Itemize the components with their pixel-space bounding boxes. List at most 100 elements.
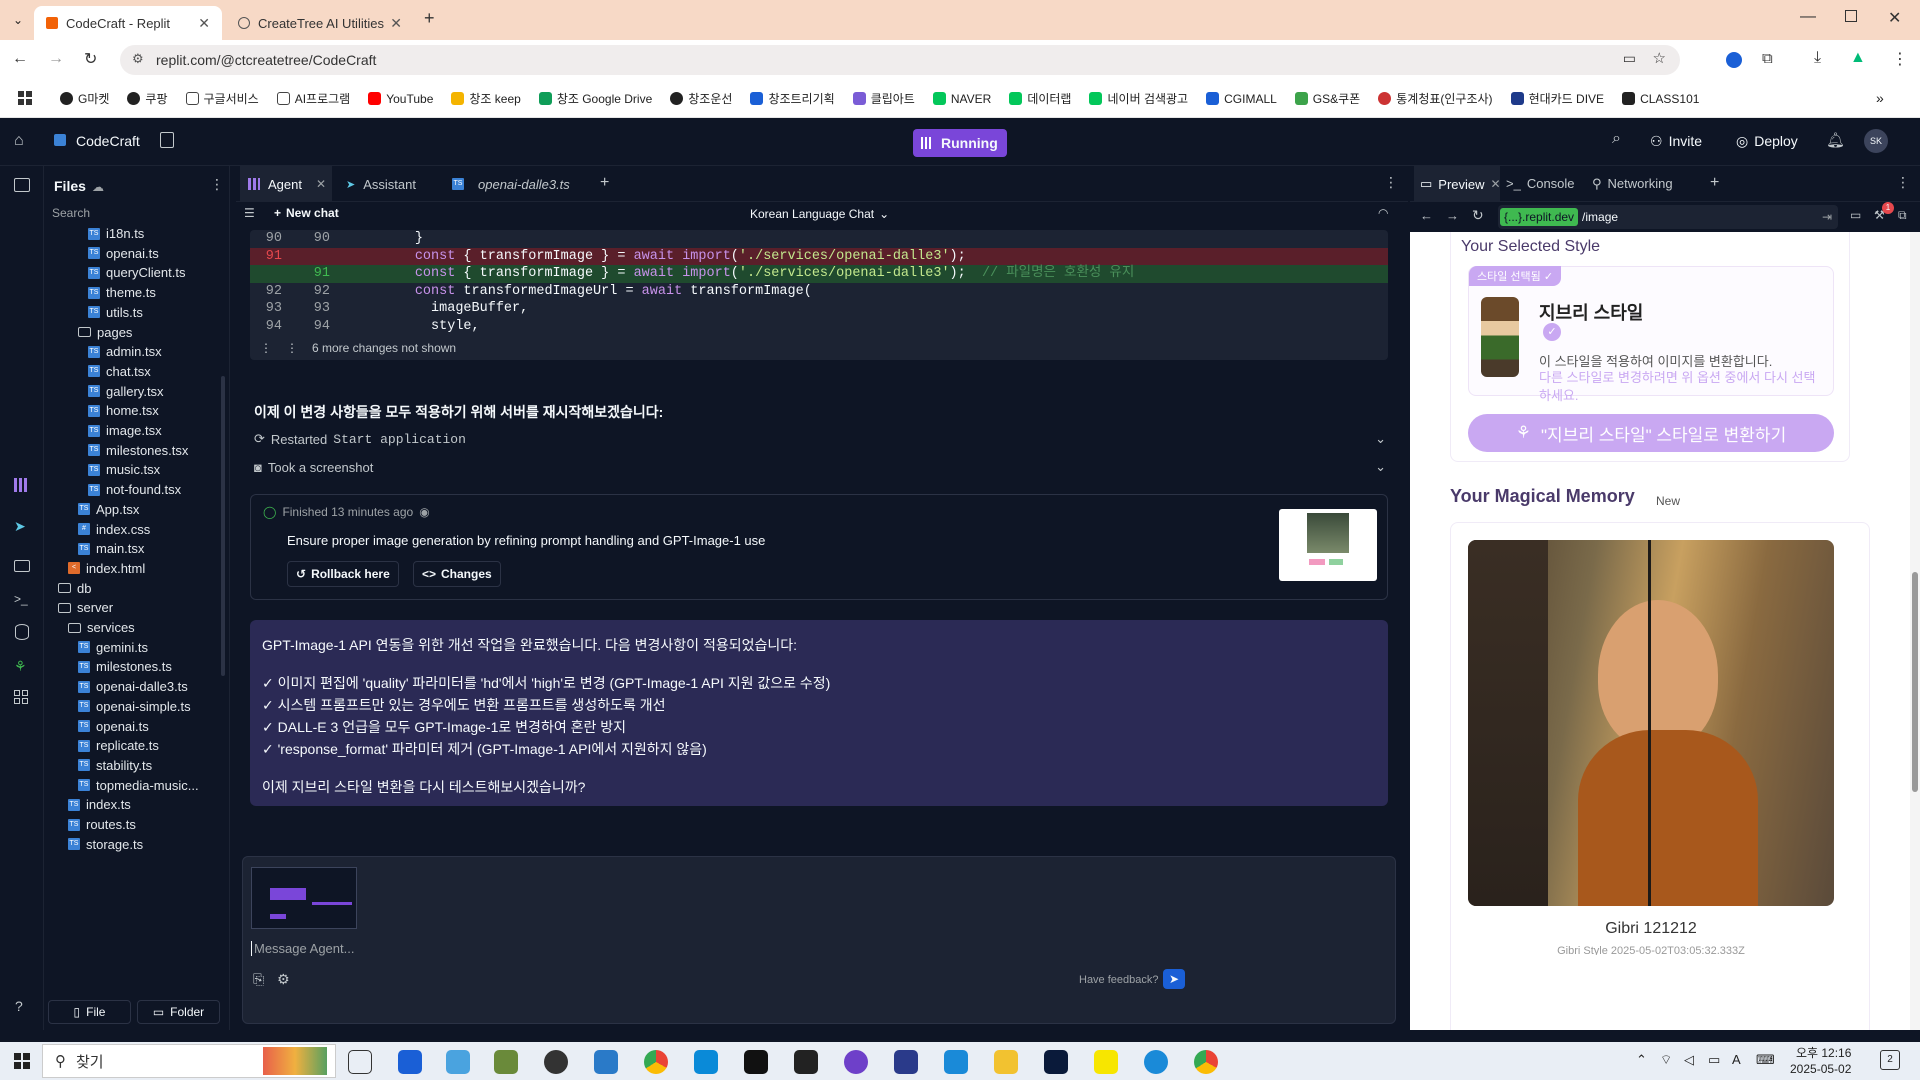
settings-gear-icon[interactable]: ⚙ bbox=[277, 971, 290, 988]
keyboard-icon[interactable]: ⌨ bbox=[1756, 1052, 1775, 1068]
attach-file-icon[interactable]: ⎘ bbox=[253, 971, 264, 988]
bookmark-star-icon[interactable]: ☆ bbox=[1653, 49, 1666, 67]
tab-assistant[interactable]: ➤ Assistant bbox=[338, 166, 438, 202]
database-tool-icon[interactable] bbox=[15, 624, 29, 640]
changes-button[interactable]: <> Changes bbox=[413, 561, 501, 587]
file-item[interactable]: TS App.tsx bbox=[78, 502, 139, 517]
go-icon[interactable]: ⇥ bbox=[1822, 210, 1832, 224]
style-option-card[interactable]: 스타일 선택됨 ✓ 지브리 스타일 ✓ 이 스타일을 적용하여 이미지를 변환합… bbox=[1468, 266, 1834, 403]
app-icon[interactable] bbox=[944, 1050, 968, 1074]
new-folder-button[interactable]: ▭ Folder bbox=[137, 1000, 220, 1024]
file-item[interactable]: # index.css bbox=[78, 522, 150, 537]
search-icon[interactable]: ⌕ bbox=[1612, 130, 1621, 148]
calculator-app-icon[interactable] bbox=[398, 1050, 422, 1074]
taskbar-search-input[interactable]: ⚲ 찾기 bbox=[42, 1044, 336, 1078]
file-item[interactable]: TS i18n.ts bbox=[88, 226, 144, 241]
file-item[interactable]: TS image.tsx bbox=[88, 423, 162, 438]
apps-grid-icon[interactable] bbox=[18, 91, 32, 105]
speed-settings-icon[interactable]: ◠ bbox=[1378, 206, 1388, 220]
bookmark-folder[interactable]: AI프로그램 bbox=[276, 90, 350, 107]
notifications-icon[interactable]: 2 bbox=[1880, 1050, 1900, 1070]
file-item[interactable]: TS milestones.ts bbox=[78, 659, 172, 674]
preview-reload-icon[interactable]: ↻ bbox=[1472, 207, 1484, 224]
invite-button[interactable]: ⚇ Invite bbox=[1650, 133, 1702, 150]
system-clock[interactable]: 오후 12:16 2025-05-02 bbox=[1790, 1045, 1851, 1077]
ime-icon[interactable]: A bbox=[1732, 1052, 1741, 1067]
file-item[interactable]: < index.html bbox=[68, 561, 145, 576]
preview-back-icon[interactable]: ← bbox=[1420, 208, 1433, 223]
drive-icon[interactable]: ▲ bbox=[1850, 49, 1866, 67]
new-chat-button[interactable]: + New chat bbox=[274, 206, 339, 220]
menu-kebab-icon[interactable]: ⋮ bbox=[1892, 49, 1908, 69]
assistant-tool-icon[interactable]: ➤ bbox=[14, 518, 26, 535]
preview-url-input[interactable]: {...}.replit.dev /image ⇥ bbox=[1498, 205, 1838, 229]
pane-menu-icon[interactable]: ⋮ bbox=[1896, 174, 1910, 191]
bookmark[interactable]: G마켓 bbox=[60, 90, 109, 107]
app-icon[interactable] bbox=[494, 1050, 518, 1074]
file-item[interactable]: TS openai-dalle3.ts bbox=[78, 679, 188, 694]
file-item[interactable]: TS home.tsx bbox=[88, 403, 159, 418]
file-item[interactable]: TS music.tsx bbox=[88, 462, 160, 477]
rollback-button[interactable]: ↺ Rollback here bbox=[287, 561, 399, 587]
close-tab-icon[interactable]: ✕ bbox=[390, 15, 402, 32]
extension-icon[interactable] bbox=[1726, 52, 1742, 68]
file-item[interactable]: TS theme.ts bbox=[88, 285, 156, 300]
file-item[interactable]: TS queryClient.ts bbox=[88, 265, 185, 280]
pane-menu-icon[interactable]: ⋮ bbox=[1384, 174, 1398, 191]
file-item[interactable]: TS openai-simple.ts bbox=[78, 699, 191, 714]
send-button[interactable]: ➤ bbox=[1163, 969, 1185, 989]
bookmark[interactable]: 현대카드 DIVE bbox=[1510, 90, 1604, 107]
attached-screenshot-thumbnail[interactable] bbox=[251, 867, 357, 929]
open-new-window-icon[interactable]: ⧉ bbox=[1898, 208, 1907, 223]
file-item[interactable]: TS topmedia-music... bbox=[78, 778, 199, 793]
bookmark[interactable]: 창조 keep bbox=[451, 90, 521, 107]
file-item[interactable]: TS gallery.tsx bbox=[88, 384, 164, 399]
browser-tab-codecraft[interactable]: CodeCraft - Replit ✕ bbox=[34, 6, 222, 40]
tab-openai-dalle3[interactable]: TS openai-dalle3.ts bbox=[444, 166, 594, 202]
all-tools-icon[interactable] bbox=[14, 690, 28, 704]
app-icon[interactable] bbox=[794, 1050, 818, 1074]
bookmark[interactable]: YouTube bbox=[368, 92, 433, 106]
tab-agent[interactable]: Agent ✕ bbox=[240, 166, 332, 202]
app-icon[interactable] bbox=[544, 1050, 568, 1074]
file-item[interactable]: TS gemini.ts bbox=[78, 640, 148, 655]
battery-icon[interactable]: ▭ bbox=[1708, 1052, 1720, 1068]
ghibli-transformed-image[interactable] bbox=[1468, 540, 1834, 906]
view-icon[interactable]: ◉ bbox=[419, 505, 429, 519]
download-icon[interactable]: ⤓ bbox=[1814, 49, 1821, 67]
bookmark[interactable]: 통계청표(인구조사) bbox=[1378, 90, 1493, 107]
bookmark[interactable]: CGIMALL bbox=[1206, 92, 1277, 106]
minimize-icon[interactable]: — bbox=[1800, 8, 1816, 26]
message-input[interactable]: Message Agent... bbox=[251, 941, 354, 956]
file-item[interactable]: TS index.ts bbox=[68, 797, 131, 812]
more-changes-row[interactable]: ⋮ ⋮ 6 more changes not shown bbox=[260, 338, 456, 359]
file-item[interactable]: TS stability.ts bbox=[78, 758, 152, 773]
chrome-app-icon[interactable] bbox=[644, 1050, 668, 1074]
shell-tool-icon[interactable]: >_ bbox=[14, 592, 28, 606]
bookmark[interactable]: 네이버 검색광고 bbox=[1089, 90, 1188, 107]
restore-icon[interactable] bbox=[1845, 10, 1857, 22]
preview-forward-icon[interactable]: → bbox=[1446, 208, 1459, 223]
file-item[interactable]: TS openai.ts bbox=[88, 246, 159, 261]
show-hidden-icons-icon[interactable]: ⌃ bbox=[1636, 1052, 1647, 1068]
tab-console[interactable]: >_ Console bbox=[1506, 176, 1575, 191]
folder-item[interactable]: server bbox=[58, 600, 113, 615]
file-item[interactable]: TS milestones.tsx bbox=[88, 443, 188, 458]
home-icon[interactable]: ⌂ bbox=[14, 132, 24, 150]
tab-preview[interactable]: ▭ Preview ✕ bbox=[1414, 166, 1501, 202]
volume-icon[interactable]: ◁ bbox=[1684, 1052, 1694, 1068]
add-tab-icon[interactable]: + bbox=[1710, 174, 1719, 192]
close-tab-icon[interactable]: ✕ bbox=[198, 15, 210, 32]
back-icon[interactable]: ← bbox=[12, 50, 28, 68]
bookmark-folder[interactable]: 구글서비스 bbox=[185, 90, 259, 107]
file-tree-scrollbar[interactable] bbox=[220, 196, 226, 996]
deploy-button[interactable]: ◎ Deploy bbox=[1736, 133, 1798, 150]
bookmark[interactable]: GS&쿠폰 bbox=[1294, 90, 1360, 107]
close-tab-icon[interactable]: ✕ bbox=[1491, 177, 1501, 191]
start-button[interactable] bbox=[14, 1053, 30, 1069]
project-name[interactable]: CodeCraft bbox=[76, 133, 140, 149]
chat-title-dropdown[interactable]: Korean Language Chat ⌄ bbox=[750, 207, 889, 221]
photoshop-app-icon[interactable] bbox=[1044, 1050, 1068, 1074]
bookmark[interactable]: 창조운선 bbox=[670, 90, 732, 107]
action-screenshot-row[interactable]: ◙ Took a screenshot ⌄ bbox=[254, 456, 1386, 478]
